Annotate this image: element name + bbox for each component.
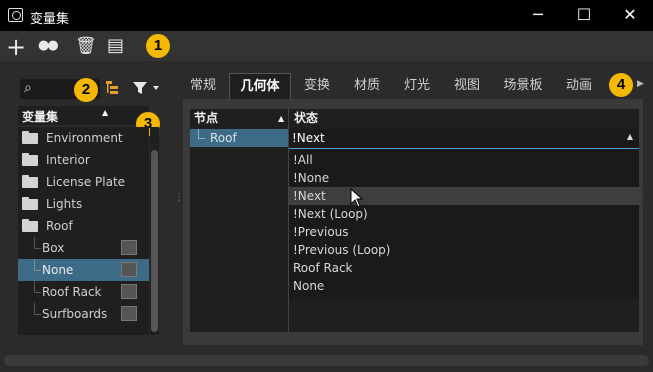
tree-header-label: 变量集 xyxy=(22,110,59,124)
dropdown-option[interactable]: !Previous xyxy=(289,223,643,241)
column-header-node[interactable]: 节点 ▲ xyxy=(194,109,288,128)
toolbar xyxy=(0,31,653,61)
callout-badge-1: 1 xyxy=(146,34,170,58)
state-dropdown-value: !Next xyxy=(292,131,325,145)
sort-indicator-icon: ▲ xyxy=(278,114,285,123)
splitter-handle[interactable]: ⋮ xyxy=(174,193,184,203)
node-name: Roof xyxy=(210,131,237,145)
close-button[interactable]: ✕ xyxy=(607,0,653,31)
view-icon[interactable]: ▤ xyxy=(107,35,124,56)
mouse-cursor-icon xyxy=(350,187,364,208)
dropdown-option-hovered[interactable]: !Next xyxy=(289,187,641,205)
callout-badge-2: 2 xyxy=(74,78,98,102)
tab-scroll-right-icon[interactable]: ▶ xyxy=(637,79,644,89)
variant-set-tree: Environment Interior License Plate Light… xyxy=(18,127,149,335)
variant-thumbnail xyxy=(121,284,137,299)
window-title: 变量集 xyxy=(30,12,70,27)
add-icon[interactable]: + xyxy=(6,33,26,61)
tree-item-box[interactable]: Box xyxy=(18,237,149,259)
link-icon[interactable]: ●● xyxy=(38,38,59,53)
horizontal-scrollbar[interactable] xyxy=(4,355,649,366)
delete-icon[interactable]: 🗑 xyxy=(75,36,97,56)
variant-thumbnail xyxy=(121,240,137,255)
folder-icon xyxy=(22,131,38,144)
dropdown-option[interactable]: !All xyxy=(289,151,643,169)
state-dropdown[interactable]: !Next ▲ xyxy=(289,129,639,149)
hierarchy-icon[interactable] xyxy=(106,81,118,95)
variant-thumbnail xyxy=(121,306,137,321)
tab-general[interactable]: 常规 xyxy=(183,73,223,99)
tree-connector xyxy=(34,303,41,315)
tree-item-environment[interactable]: Environment xyxy=(18,127,149,149)
tab-geometry[interactable]: 几何体 xyxy=(229,73,291,99)
table-row-node[interactable]: Roof xyxy=(190,129,288,147)
dropdown-option[interactable]: !Next (Loop) xyxy=(289,205,643,223)
column-header-state[interactable]: 状态 xyxy=(294,109,318,128)
filter-dropdown-icon[interactable] xyxy=(132,80,162,96)
tab-transform[interactable]: 变换 xyxy=(295,73,339,99)
tree-connector xyxy=(34,281,41,293)
state-dropdown-list: !All !None !Next !Next (Loop) !Previous … xyxy=(289,149,641,299)
dropdown-arrow-icon: ▲ xyxy=(626,132,633,141)
dropdown-option[interactable]: !None xyxy=(289,169,643,187)
tree-item-roof-rack[interactable]: Roof Rack xyxy=(18,281,149,303)
tree-item-roof[interactable]: Roof xyxy=(18,215,149,237)
tree-item-interior[interactable]: Interior xyxy=(18,149,149,171)
tree-header[interactable]: 变量集 ▲ xyxy=(18,106,149,125)
tree-connector xyxy=(198,129,205,139)
tree-item-surfboards[interactable]: Surfboards xyxy=(18,303,149,325)
tab-bar: 常规 几何体 变换 材质 灯光 视图 场景板 动画 xyxy=(183,73,643,99)
dropdown-option[interactable]: !Previous (Loop) xyxy=(289,241,643,259)
folder-icon xyxy=(22,197,38,210)
dropdown-option[interactable]: Roof Rack xyxy=(289,259,643,277)
dropdown-option[interactable]: None xyxy=(289,277,643,295)
search-icon: ⌕ xyxy=(24,80,32,96)
minimize-button[interactable]: ─ xyxy=(515,0,561,31)
callout-badge-4: 4 xyxy=(609,73,633,97)
tree-connector xyxy=(34,237,41,249)
tab-view[interactable]: 视图 xyxy=(445,73,489,99)
tab-light[interactable]: 灯光 xyxy=(395,73,439,99)
tab-material[interactable]: 材质 xyxy=(345,73,389,99)
tab-sceneplate[interactable]: 场景板 xyxy=(497,73,549,99)
tree-item-none[interactable]: None xyxy=(18,259,149,281)
app-icon xyxy=(8,8,23,22)
sort-indicator-icon: ▲ xyxy=(102,108,109,117)
maximize-button[interactable]: ☐ xyxy=(561,0,607,31)
tree-scrollbar-thumb[interactable] xyxy=(151,150,158,332)
folder-icon xyxy=(22,219,38,232)
tab-animation[interactable]: 动画 xyxy=(557,73,601,99)
variant-thumbnail xyxy=(121,262,137,277)
folder-icon xyxy=(22,175,38,188)
folder-icon xyxy=(22,153,38,166)
tree-item-lights[interactable]: Lights xyxy=(18,193,149,215)
tree-item-license-plate[interactable]: License Plate xyxy=(18,171,149,193)
tree-connector xyxy=(34,259,41,271)
